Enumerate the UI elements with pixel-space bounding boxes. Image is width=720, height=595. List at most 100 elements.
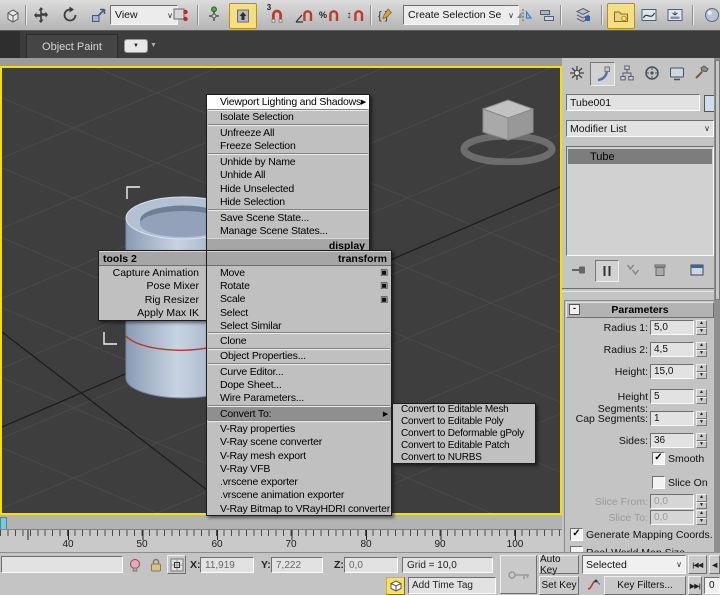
settings-box-icon[interactable]: ▣ — [380, 280, 388, 291]
menu-item-pose-mixer[interactable]: Pose Mixer — [99, 280, 207, 294]
menu-item-convert-editable-mesh[interactable]: Convert to Editable Mesh — [393, 404, 535, 416]
menu-item-convert-editable-patch[interactable]: Convert to Editable Patch — [393, 439, 535, 451]
height-spinner[interactable]: ▲▼ — [696, 364, 707, 379]
menu-item-unhide-by-name[interactable]: Unhide by Name — [207, 155, 369, 169]
panel-scrollbar-thumb[interactable] — [715, 60, 720, 300]
radius2-spinner[interactable]: ▲▼ — [696, 342, 707, 357]
snap-toggle-3d-icon[interactable]: 3 — [263, 3, 289, 27]
menu-item-convert-editable-poly[interactable]: Convert to Editable Poly — [393, 416, 535, 428]
tab-hierarchy[interactable] — [615, 62, 638, 84]
menu-item-rotate[interactable]: Rotate▣ — [207, 279, 391, 292]
viewcube[interactable] — [453, 87, 562, 165]
menu-item-scale[interactable]: Scale▣ — [207, 293, 391, 306]
stack-item-tube[interactable]: Tube — [568, 149, 712, 164]
keyboard-shortcut-key-button[interactable] — [500, 555, 537, 594]
modifier-list-dropdown[interactable]: Modifier List ∨ — [566, 120, 714, 137]
tab-object-paint[interactable]: Object Paint — [26, 34, 118, 60]
selection-lock-icon[interactable] — [147, 556, 165, 574]
radius1-field[interactable]: 5,0 — [650, 320, 694, 335]
menu-item-curve-editor[interactable]: Curve Editor... — [207, 365, 391, 378]
select-manipulate-icon[interactable] — [203, 3, 225, 27]
menu-item-vrscene-exporter[interactable]: .vrscene exporter — [207, 475, 391, 488]
sides-spinner[interactable]: ▲▼ — [696, 433, 707, 448]
configure-modifier-sets-icon[interactable] — [686, 260, 708, 280]
slice-on-checkbox[interactable] — [652, 476, 665, 489]
pin-stack-icon[interactable] — [568, 260, 590, 280]
auto-key-button[interactable]: Auto Key — [539, 555, 579, 574]
menu-item-apply-max-ik[interactable]: Apply Max IK — [99, 307, 207, 321]
menu-item-dope-sheet[interactable]: Dope Sheet... — [207, 378, 391, 391]
menu-item-vrscene-animation-exporter[interactable]: .vrscene animation exporter — [207, 489, 391, 502]
make-unique-icon[interactable] — [622, 260, 644, 280]
add-time-tag-field[interactable]: Add Time Tag — [408, 577, 496, 594]
panel-scrollbar[interactable] — [714, 58, 720, 553]
sides-field[interactable]: 36 — [650, 433, 694, 448]
manage-layers-icon[interactable] — [570, 3, 596, 27]
set-key-button[interactable]: Set Key — [539, 576, 579, 595]
select-rotate-icon[interactable] — [59, 3, 81, 27]
cap-segments-field[interactable]: 1 — [650, 411, 694, 426]
settings-box-icon[interactable]: ▣ — [380, 294, 388, 305]
menu-item-viewport-lighting-and-shadows[interactable]: Viewport Lighting and Shadows ▶ — [207, 95, 369, 109]
key-mode-toggle-button[interactable]: ▶▶| — [688, 576, 702, 595]
menu-item-wire-parameters[interactable]: Wire Parameters... — [207, 392, 391, 405]
curve-editor-icon[interactable] — [638, 3, 660, 27]
x-coordinate-field[interactable]: 11,919 — [200, 557, 254, 573]
rollout-collapse-button[interactable]: - — [569, 304, 580, 315]
menu-item-vray-properties[interactable]: V-Ray properties — [207, 422, 391, 435]
menu-item-hide-selection[interactable]: Hide Selection — [207, 196, 369, 210]
tab-motion[interactable] — [640, 62, 663, 84]
named-selection-set-dropdown[interactable]: Create Selection Se ∨ — [403, 5, 519, 25]
generate-mapping-checkbox[interactable]: ✓ — [570, 528, 583, 541]
spinner-snap-toggle-icon[interactable]: ↕ — [344, 3, 368, 27]
show-end-result-icon[interactable] — [595, 260, 619, 282]
selection-filter-dropdown[interactable]: Selected ∨ — [582, 555, 686, 574]
track-bar[interactable]: 40 50 60 70 80 90 100 — [0, 515, 562, 552]
tab-utilities[interactable] — [690, 62, 713, 84]
mirror-icon[interactable] — [513, 3, 535, 27]
select-scale-icon[interactable] — [88, 3, 110, 27]
menu-item-object-properties[interactable]: Object Properties... — [207, 350, 391, 363]
menu-item-rig-resizer[interactable]: Rig Resizer — [99, 293, 207, 307]
z-coordinate-field[interactable]: 0,0 — [344, 557, 398, 573]
menu-item-vray-scene-converter[interactable]: V-Ray scene converter — [207, 436, 391, 449]
reference-coordinate-dropdown[interactable]: View ∨ — [110, 5, 178, 25]
tab-modify[interactable] — [590, 62, 615, 86]
menu-item-manage-scene-states[interactable]: Manage Scene States... — [207, 225, 369, 239]
parameters-rollout-header[interactable]: Parameters — [566, 302, 714, 318]
height-segments-field[interactable]: 5 — [650, 389, 694, 404]
go-to-start-button[interactable]: |◀◀ — [688, 555, 707, 574]
radius2-field[interactable]: 4,5 — [650, 342, 694, 357]
current-frame-field[interactable]: 0 — [704, 577, 720, 594]
radius1-spinner[interactable]: ▲▼ — [696, 320, 707, 335]
tab-create[interactable] — [565, 62, 588, 84]
material-editor-icon[interactable] — [699, 3, 720, 27]
menu-item-hide-unselected[interactable]: Hide Unselected — [207, 182, 369, 196]
select-object-icon[interactable] — [2, 3, 24, 27]
menu-item-convert-to[interactable]: Convert To: ▶ — [207, 407, 391, 420]
menu-item-unhide-all[interactable]: Unhide All — [207, 169, 369, 183]
menu-item-isolate-selection[interactable]: Isolate Selection — [207, 111, 369, 125]
object-name-field[interactable]: Tube001 — [566, 94, 700, 111]
modifier-stack[interactable]: Tube — [566, 146, 714, 256]
y-coordinate-field[interactable]: 7,222 — [271, 557, 323, 573]
align-icon[interactable] — [536, 3, 558, 27]
remove-modifier-icon[interactable] — [649, 260, 671, 280]
menu-item-convert-deformable-gpoly[interactable]: Convert to Deformable gPoly — [393, 428, 535, 440]
keyboard-override-toggle[interactable] — [229, 3, 257, 29]
menu-item-vray-vfb[interactable]: V-Ray VFB — [207, 462, 391, 475]
menu-item-clone[interactable]: Clone — [207, 334, 391, 347]
key-filters-button[interactable]: Key Filters... — [604, 576, 686, 595]
ribbon-minimize-button[interactable]: ▼ — [124, 39, 148, 53]
timeline-ruler[interactable]: 40 50 60 70 80 90 100 — [0, 529, 562, 553]
adaptive-degradation-icon[interactable] — [126, 556, 144, 574]
isolate-selection-toggle[interactable] — [386, 577, 405, 595]
menu-item-select[interactable]: Select — [207, 306, 391, 319]
smooth-checkbox[interactable]: ✓ — [652, 452, 665, 465]
menu-item-select-similar[interactable]: Select Similar — [207, 319, 391, 332]
menu-item-vray-bitmap-converter[interactable]: V-Ray Bitmap to VRayHDRI converter — [207, 502, 391, 515]
height-segments-spinner[interactable]: ▲▼ — [696, 389, 707, 404]
cap-segments-spinner[interactable]: ▲▼ — [696, 411, 707, 426]
schematic-view-icon[interactable] — [664, 3, 686, 27]
menu-item-vray-mesh-export[interactable]: V-Ray mesh export — [207, 449, 391, 462]
